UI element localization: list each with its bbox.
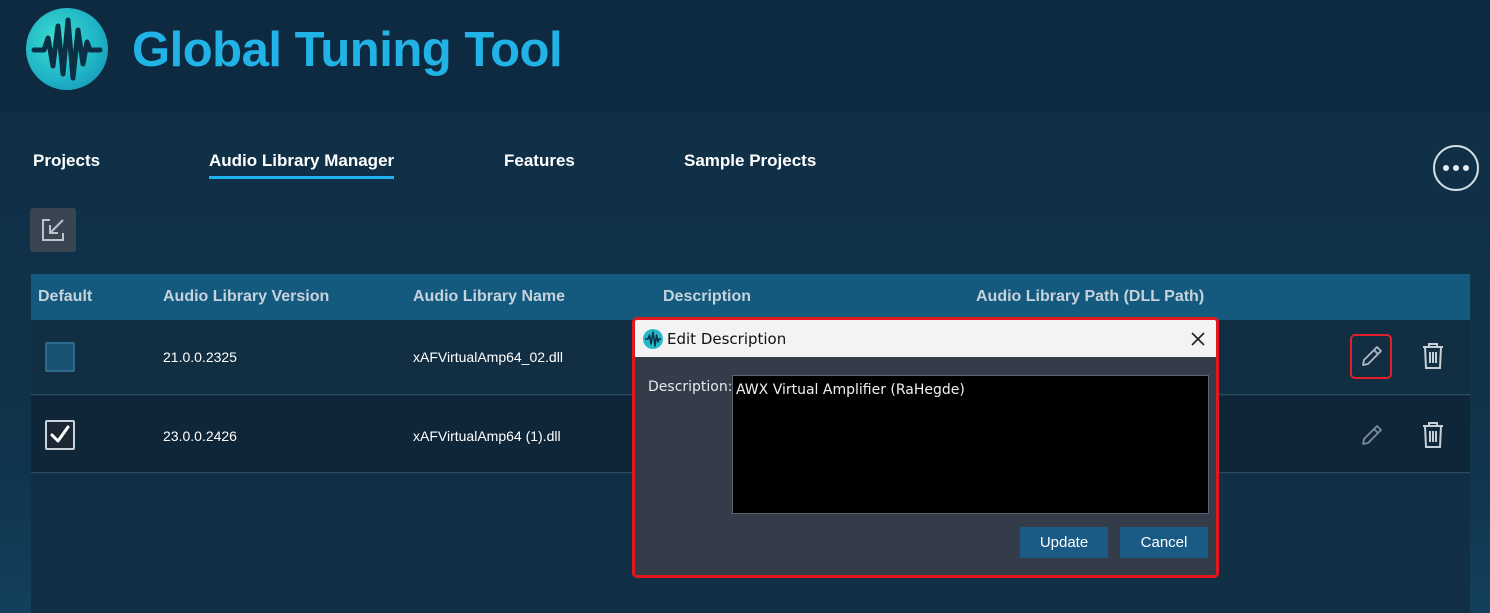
update-button[interactable]: Update [1020, 527, 1108, 558]
import-library-button[interactable] [30, 208, 76, 252]
library-version: 23.0.0.2426 [163, 428, 237, 444]
edit-button[interactable] [1357, 418, 1387, 452]
app-logo-icon [643, 329, 663, 349]
dialog-title: Edit Description [667, 330, 787, 348]
column-header-default: Default [38, 288, 93, 305]
dialog-close-button[interactable] [1188, 329, 1208, 349]
trash-icon [1423, 422, 1443, 448]
library-name: xAFVirtualAmp64 (1).dll [413, 428, 561, 444]
app-header: Global Tuning Tool [0, 0, 1490, 112]
tab-sample-projects[interactable]: Sample Projects [684, 151, 816, 171]
close-icon [1191, 332, 1205, 346]
dialog-titlebar: Edit Description [635, 320, 1216, 357]
library-version: 21.0.0.2325 [163, 349, 237, 365]
column-header-path: Audio Library Path (DLL Path) [976, 288, 1205, 305]
checkmark-icon [50, 425, 70, 443]
more-options-button[interactable] [1433, 145, 1479, 191]
edit-description-dialog: Edit Description Description: AWX Virtua… [632, 317, 1219, 578]
tab-projects[interactable]: Projects [33, 151, 100, 171]
default-checkbox[interactable] [45, 342, 75, 372]
pencil-icon [1362, 425, 1382, 445]
default-checkbox[interactable] [45, 420, 75, 450]
edit-button-highlight [1350, 334, 1392, 379]
ellipsis-icon [1443, 165, 1449, 171]
column-header-name: Audio Library Name [413, 288, 566, 305]
library-name: xAFVirtualAmp64_02.dll [413, 349, 563, 365]
delete-button[interactable] [1418, 339, 1448, 373]
import-icon [42, 219, 64, 241]
delete-button[interactable] [1418, 418, 1448, 452]
description-label: Description: [648, 379, 733, 395]
column-header-version: Audio Library Version [163, 288, 330, 305]
description-textarea[interactable]: AWX Virtual Amplifier (RaHegde) [732, 375, 1209, 514]
app-title: Global Tuning Tool [132, 23, 563, 77]
waveform-logo-icon [26, 8, 108, 90]
trash-icon [1423, 343, 1443, 369]
cancel-button[interactable]: Cancel [1120, 527, 1208, 558]
column-header-description: Description [663, 288, 752, 305]
tab-audio-library-manager[interactable]: Audio Library Manager [209, 151, 395, 179]
tab-features[interactable]: Features [504, 151, 575, 171]
